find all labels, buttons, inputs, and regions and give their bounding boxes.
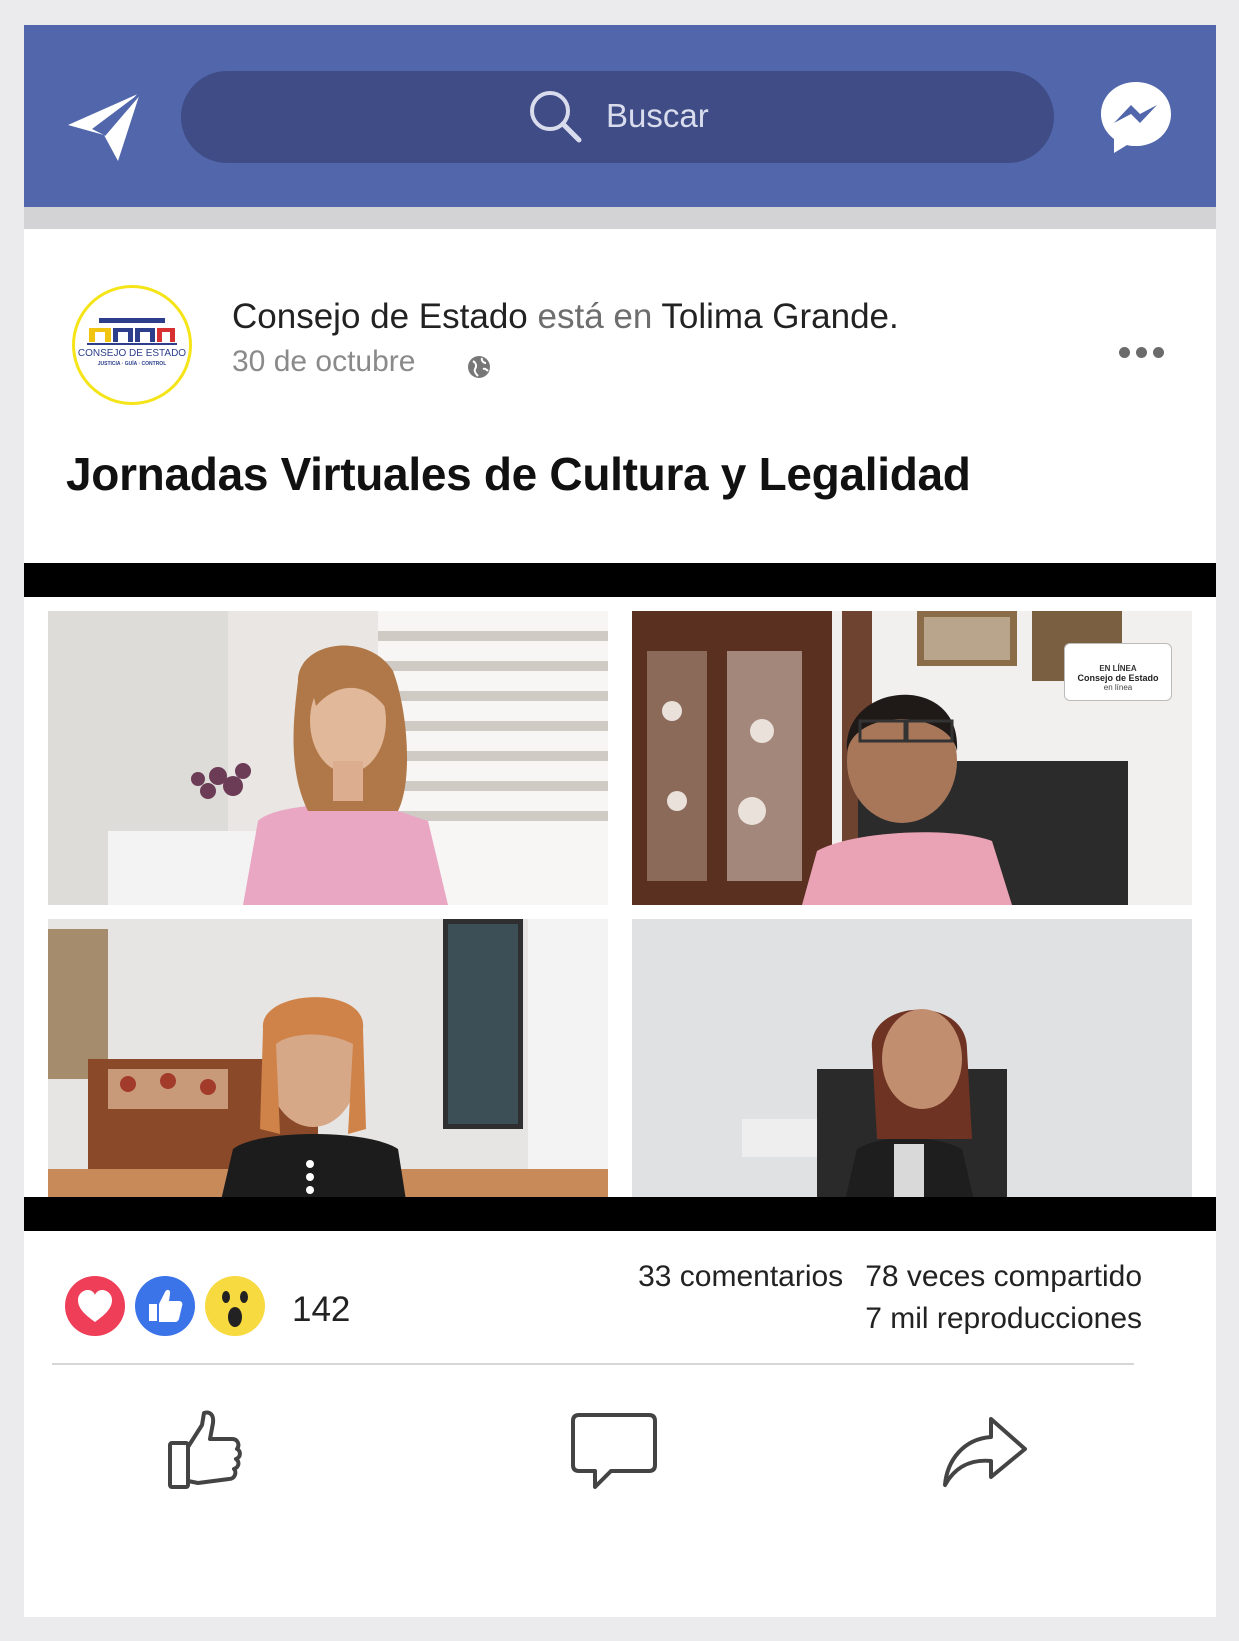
search-icon bbox=[530, 91, 582, 143]
paper-plane-icon[interactable] bbox=[64, 85, 148, 169]
post-card: Buscar CONSEJO DE ESTADO JUSTICIA · GUÍA… bbox=[24, 25, 1216, 1617]
shares-count[interactable]: 78 veces compartido bbox=[865, 1260, 1142, 1293]
page-avatar[interactable]: CONSEJO DE ESTADO JUSTICIA · GUÍA · CONT… bbox=[72, 285, 192, 405]
search-bar[interactable]: Buscar bbox=[181, 71, 1054, 163]
engagement-stats: 33 comentarios 78 veces compartido bbox=[638, 1260, 1142, 1294]
post-date[interactable]: 30 de octubre bbox=[232, 345, 415, 379]
participant-video-4 bbox=[632, 919, 1192, 1213]
search-placeholder: Buscar bbox=[606, 97, 709, 134]
more-horizontal-icon[interactable] bbox=[1119, 345, 1170, 363]
globe-icon bbox=[468, 356, 490, 378]
consejo-de-estado-logo: CONSEJO DE ESTADO JUSTICIA · GUÍA · CONT… bbox=[78, 318, 186, 367]
like-reaction-icon bbox=[135, 1276, 195, 1336]
post-header-line: Consejo de Estado está en Tolima Grande. bbox=[232, 297, 899, 337]
video-controls-bar[interactable] bbox=[24, 1197, 1216, 1231]
share-arrow-icon[interactable] bbox=[939, 1405, 1029, 1495]
participant-video-2: EN LÍNEA Consejo de Estado en línea bbox=[632, 611, 1192, 905]
live-badge: EN LÍNEA Consejo de Estado en línea bbox=[1064, 643, 1172, 701]
messenger-icon[interactable] bbox=[1097, 78, 1175, 156]
author-name[interactable]: Consejo de Estado bbox=[232, 297, 528, 336]
top-navigation-bar: Buscar bbox=[24, 25, 1216, 207]
svg-text:CONSEJO DE ESTADO: CONSEJO DE ESTADO bbox=[78, 348, 186, 359]
participant-video-1 bbox=[48, 611, 608, 905]
thumbs-up-icon[interactable] bbox=[164, 1405, 254, 1495]
video-player[interactable]: EN LÍNEA Consejo de Estado en línea bbox=[24, 563, 1216, 1231]
svg-text:JUSTICIA · GUÍA · CONTROL: JUSTICIA · GUÍA · CONTROL bbox=[98, 359, 167, 367]
comment-icon[interactable] bbox=[569, 1405, 659, 1495]
topbar-divider bbox=[24, 207, 1216, 229]
participant-video-3 bbox=[48, 919, 608, 1213]
actions-divider bbox=[52, 1363, 1134, 1365]
comments-count[interactable]: 33 comentarios bbox=[638, 1260, 843, 1293]
post-title: Jornadas Virtuales de Cultura y Legalida… bbox=[66, 448, 971, 500]
wow-reaction-icon bbox=[205, 1276, 265, 1336]
love-reaction-icon bbox=[65, 1276, 125, 1336]
post-verb: está en bbox=[537, 297, 653, 336]
video-letterbox-top bbox=[24, 563, 1216, 597]
post-location[interactable]: Tolima Grande. bbox=[661, 297, 898, 336]
reaction-count[interactable]: 142 bbox=[292, 1290, 350, 1330]
views-count: 7 mil reproducciones bbox=[865, 1302, 1142, 1335]
